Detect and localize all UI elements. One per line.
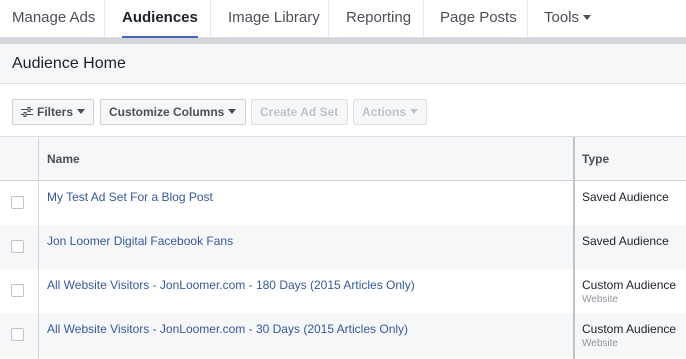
nav-divider (328, 0, 329, 38)
audience-panel: Audience Home Filters Customize Columns … (0, 44, 686, 359)
column-divider (38, 137, 39, 359)
page-title: Audience Home (12, 55, 126, 72)
audience-table: Name Type My Test Ad Set For a Blog Post… (0, 137, 686, 359)
nav-tab-image-library[interactable]: Image Library (228, 0, 320, 38)
audience-type: Custom Audience (582, 278, 677, 292)
audience-subtype: Website (582, 338, 618, 349)
audience-type: Custom Audience (582, 322, 677, 336)
column-resize-handle[interactable] (573, 137, 575, 359)
audience-name-link[interactable]: All Website Visitors - JonLoomer.com - 3… (47, 322, 408, 336)
filters-label: Filters (37, 105, 74, 119)
nav-divider (423, 0, 424, 38)
nav-tab-reporting[interactable]: Reporting (346, 0, 411, 38)
nav-divider (104, 0, 105, 38)
nav-tab-label: Image Library (228, 9, 320, 26)
create-ad-set-label: Create Ad Set (260, 105, 339, 119)
nav-tab-label: Audiences (122, 9, 198, 26)
audience-name-link[interactable]: All Website Visitors - JonLoomer.com - 1… (47, 278, 415, 292)
top-nav: Manage Ads Audiences Image Library Repor… (0, 0, 686, 38)
table-row: My Test Ad Set For a Blog Post Saved Aud… (0, 181, 686, 225)
nav-tab-manage-ads[interactable]: Manage Ads (12, 0, 95, 38)
caret-down-icon (228, 109, 237, 115)
nav-tab-label: Manage Ads (12, 9, 96, 26)
actions-label: Actions (362, 105, 407, 119)
audience-name-link[interactable]: My Test Ad Set For a Blog Post (47, 190, 213, 204)
column-header-name[interactable]: Name (47, 137, 80, 181)
nav-tab-label: Page Posts (440, 9, 517, 26)
row-checkbox[interactable] (11, 284, 24, 297)
filters-button[interactable]: Filters (12, 99, 94, 125)
row-checkbox[interactable] (11, 328, 24, 341)
nav-tab-page-posts[interactable]: Page Posts (440, 0, 517, 38)
row-checkbox[interactable] (11, 240, 24, 253)
toolbar: Filters Customize Columns Create Ad Set … (0, 85, 686, 137)
column-header-type[interactable]: Type (582, 137, 609, 181)
actions-button[interactable]: Actions (353, 99, 427, 125)
caret-down-icon (77, 109, 86, 115)
row-checkbox[interactable] (11, 196, 24, 209)
audience-type: Saved Audience (582, 190, 669, 204)
panel-header: Audience Home (0, 44, 686, 84)
customize-columns-button[interactable]: Customize Columns (100, 99, 246, 125)
create-ad-set-button[interactable]: Create Ad Set (251, 99, 348, 125)
audience-type: Saved Audience (582, 234, 669, 248)
filter-sliders-icon (21, 106, 33, 117)
nav-tab-label: Reporting (346, 9, 412, 26)
caret-down-icon (410, 109, 419, 115)
nav-tab-tools[interactable]: Tools (544, 0, 592, 38)
audience-name-link[interactable]: Jon Loomer Digital Facebook Fans (47, 234, 233, 248)
customize-columns-label: Customize Columns (109, 105, 225, 119)
table-header: Name Type (0, 137, 686, 181)
audience-subtype: Website (582, 294, 618, 305)
table-row: All Website Visitors - JonLoomer.com - 3… (0, 313, 686, 357)
nav-divider (210, 0, 211, 38)
nav-divider (527, 0, 528, 38)
caret-down-icon (583, 14, 592, 20)
table-row: All Website Visitors - JonLoomer.com - 1… (0, 269, 686, 313)
nav-tab-label: Tools (544, 9, 580, 26)
table-row: Jon Loomer Digital Facebook Fans Saved A… (0, 225, 686, 269)
nav-tab-audiences[interactable]: Audiences (122, 0, 198, 38)
